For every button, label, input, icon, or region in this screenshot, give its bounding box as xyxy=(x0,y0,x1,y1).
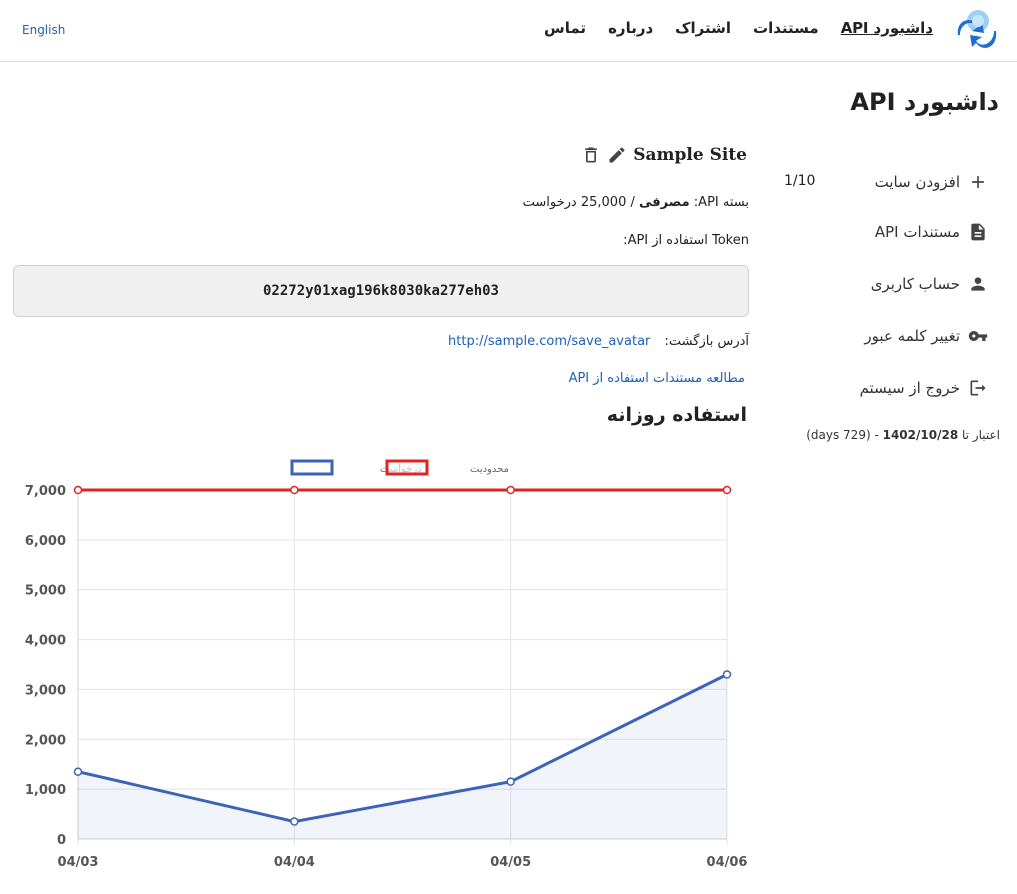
user-icon xyxy=(971,277,985,291)
sidebar-item-label: حساب کاربری xyxy=(870,275,960,293)
site-name: Sample Site xyxy=(633,145,747,165)
x-tick-label: 04/05 xyxy=(490,855,531,870)
y-tick-label: 6,000 xyxy=(25,534,66,549)
nav-docs[interactable]: مستندات xyxy=(753,19,819,37)
data-point xyxy=(73,767,83,776)
y-tick-label: 7,000 xyxy=(25,484,66,499)
data-point xyxy=(73,485,83,495)
y-tick-label: 0 xyxy=(57,833,66,848)
y-tick-label: 2,000 xyxy=(25,733,66,748)
document-icon xyxy=(971,223,985,241)
site-header: Sample Site xyxy=(581,145,747,165)
page-title: داشبورد API xyxy=(850,88,999,116)
series-area-requests xyxy=(78,674,727,839)
data-point xyxy=(506,485,515,495)
callback-label: آدرس بازگشت: xyxy=(664,334,749,349)
sidebar-item-logout[interactable]: خروج از سیستم xyxy=(860,378,988,398)
delete-icon[interactable] xyxy=(581,145,601,165)
y-tick-label: 5,000 xyxy=(25,584,66,599)
daily-usage-chart: 0 1,000 2,000 3,000 4,000 5,000 6,000 7,000 04/0… xyxy=(25,459,748,870)
y-tick-label: 4,000 xyxy=(25,634,66,649)
x-tick-label: 04/06 xyxy=(707,855,748,870)
api-token-field[interactable]: 02272y01xag196k8030ka277eh03 xyxy=(13,265,749,317)
data-point xyxy=(722,670,732,679)
legend-swatch xyxy=(290,459,334,476)
usage-title: استفاده روزانه xyxy=(606,404,747,426)
legend-label: محدودیت xyxy=(470,464,509,475)
key-icon xyxy=(968,331,988,341)
logout-icon xyxy=(970,380,986,396)
nav-subscription[interactable]: اشتراک xyxy=(675,19,731,37)
sidebar-item-api-docs[interactable]: مستندات API xyxy=(875,222,988,242)
edit-icon[interactable] xyxy=(607,145,627,165)
top-navbar: داشبورد API مستندات اشتراک درباره تماس E… xyxy=(0,0,1017,62)
x-tick-label: 04/04 xyxy=(274,855,315,870)
data-point xyxy=(290,485,299,495)
subscription-validity: اعتبار تا 1402/10/28 - (729 days) xyxy=(806,428,1000,442)
data-point xyxy=(506,777,515,786)
sidebar-item-add-site[interactable]: افزودن سایت xyxy=(875,172,988,192)
sidebar-item-label: تغییر کلمه عبور xyxy=(864,327,960,345)
api-docs-link[interactable]: مطالعه مستندات استفاده از API xyxy=(569,371,745,386)
sidebar-item-label: مستندات API xyxy=(874,223,960,241)
nav-about[interactable]: درباره xyxy=(608,19,653,37)
package-name: مصرفی xyxy=(639,195,690,210)
data-point xyxy=(290,817,299,826)
package-info: بسته API: مصرفی / 25,000 درخواست xyxy=(522,195,749,210)
data-point xyxy=(722,485,732,495)
plus-icon xyxy=(972,176,984,188)
x-tick-label: 04/03 xyxy=(58,855,99,870)
language-switch[interactable]: English xyxy=(22,23,65,37)
legend-swatch xyxy=(385,459,429,476)
logo-icon[interactable] xyxy=(954,5,1000,55)
y-tick-label: 3,000 xyxy=(25,683,66,698)
sidebar-item-change-password[interactable]: تغییر کلمه عبور xyxy=(864,326,988,346)
callback-url-link[interactable]: http://sample.com/save_avatar xyxy=(448,334,650,349)
site-count: 1/10 xyxy=(784,173,816,189)
nav-dashboard[interactable]: داشبورد API xyxy=(841,19,933,37)
callback-info: آدرس بازگشت: http://sample.com/save_avat… xyxy=(448,334,749,349)
sidebar-item-label: افزودن سایت xyxy=(874,173,960,191)
sidebar-item-label: خروج از سیستم xyxy=(859,379,960,397)
main-nav: داشبورد API مستندات اشتراک درباره تماس xyxy=(522,19,933,37)
token-label: Token استفاده از API: xyxy=(623,233,749,248)
sidebar-item-account[interactable]: حساب کاربری xyxy=(871,274,988,294)
nav-contact[interactable]: تماس xyxy=(544,19,586,37)
y-tick-label: 1,000 xyxy=(25,783,66,798)
